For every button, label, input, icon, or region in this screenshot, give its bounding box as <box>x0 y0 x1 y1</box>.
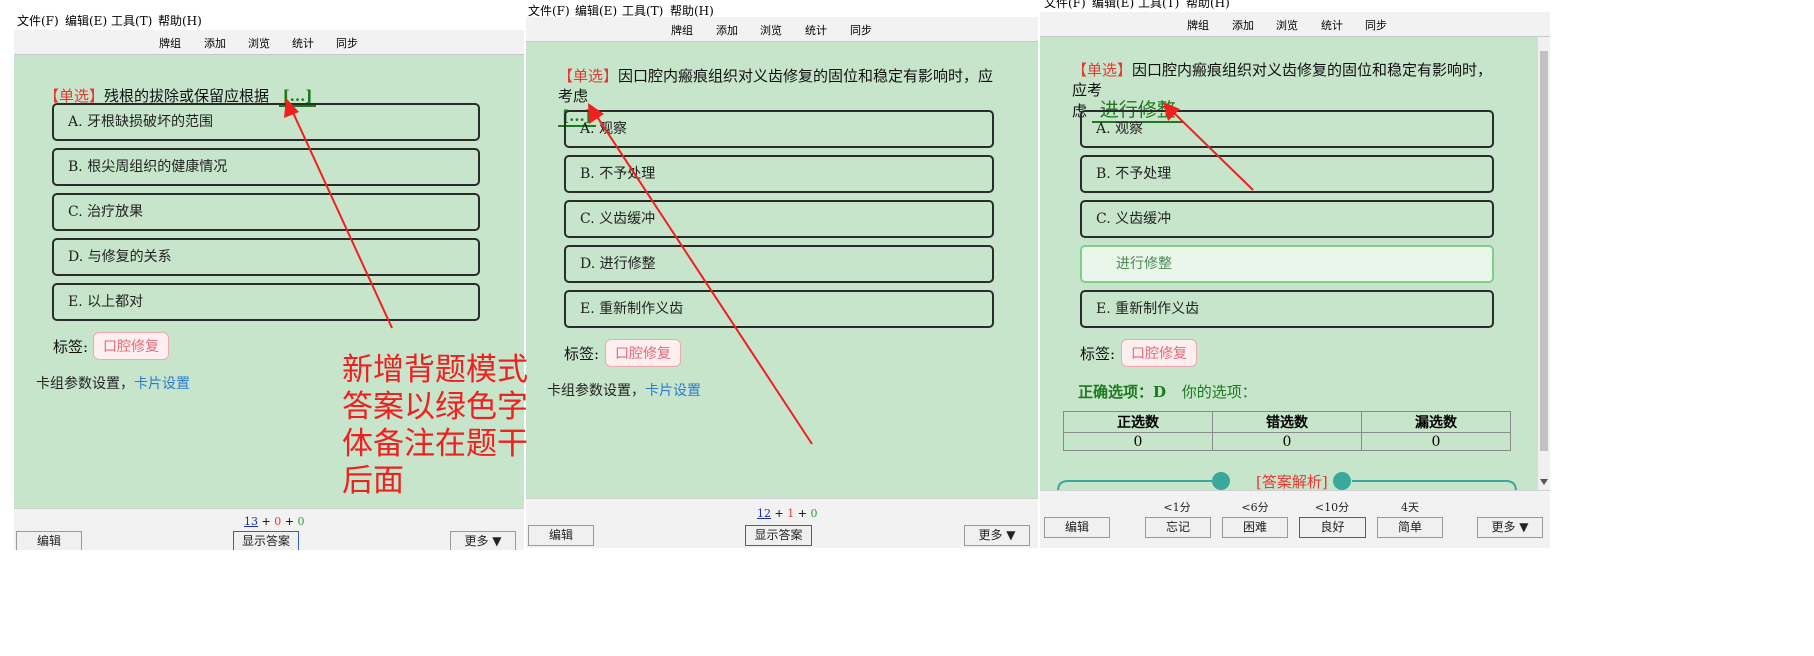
arrow-panel-2 <box>588 103 813 445</box>
annotation-arrows <box>284 98 1254 445</box>
arrow-panel-3 <box>1163 102 1254 191</box>
arrow-panel-1 <box>284 98 393 329</box>
